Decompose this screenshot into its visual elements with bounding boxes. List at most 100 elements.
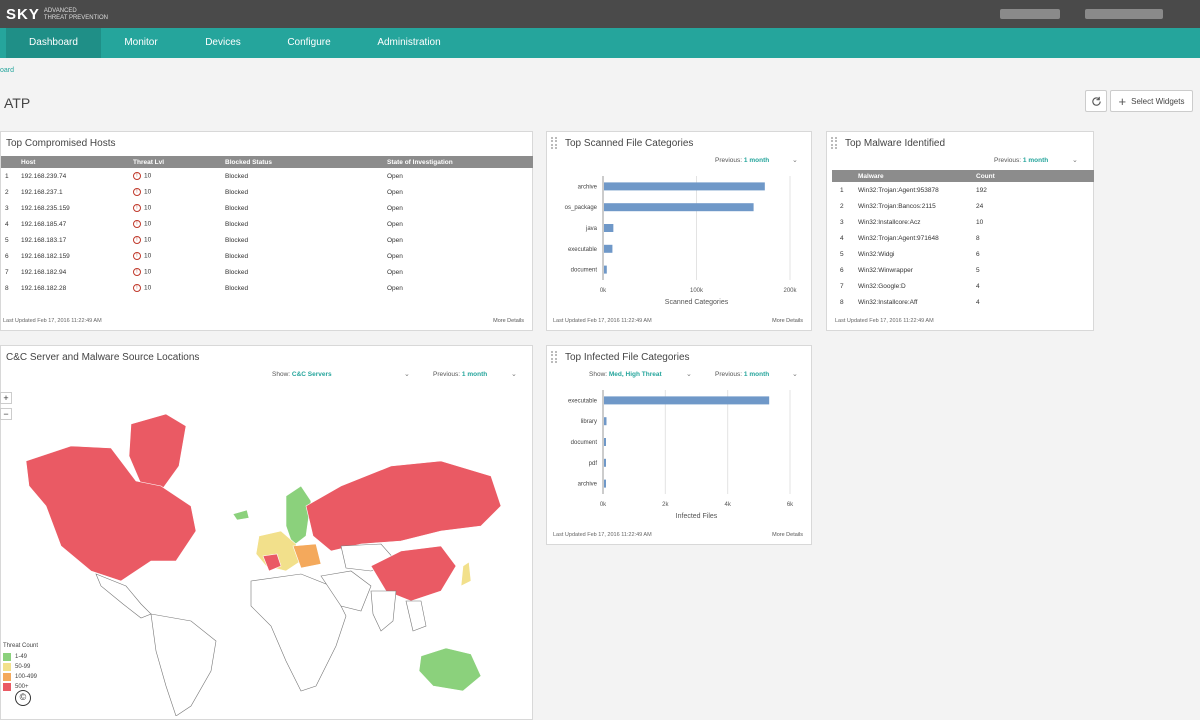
col-state[interactable]: State of Investigation	[383, 156, 533, 168]
table-row[interactable]: 6 Win32:Winwrapper 5	[832, 262, 1094, 278]
region-india[interactable]	[370, 590, 397, 632]
user-menu[interactable]	[1085, 9, 1163, 19]
table-row[interactable]: 5 Win32:Widgi 6	[832, 246, 1094, 262]
drag-handle[interactable]	[551, 351, 557, 363]
table-row[interactable]: 8 Win32:Installcore:Aff 4	[832, 294, 1094, 310]
region-south-america[interactable]	[150, 613, 217, 716]
refresh-button[interactable]	[1085, 90, 1107, 112]
threat-value: 10	[144, 236, 152, 244]
widget-compromised-hosts: Top Compromised Hosts Host Threat Lvl Bl…	[0, 131, 533, 331]
world-map[interactable]	[1, 386, 534, 716]
period-selector[interactable]: Previous: 1 month	[715, 371, 769, 378]
more-details-link[interactable]: More Details	[772, 318, 803, 324]
table-row[interactable]: 1 192.168.239.74! 10 Blocked Open	[1, 168, 533, 184]
bar	[604, 458, 606, 467]
table-row[interactable]: 2 Win32:Trojan:Bancos:2115 24	[832, 198, 1094, 214]
table-row[interactable]: 7 192.168.182.94! 10 Blocked Open	[1, 264, 533, 280]
period-selector[interactable]: Previous: 1 month	[715, 157, 769, 164]
chevron-down-icon[interactable]: ⌄	[792, 156, 798, 164]
period-value: 1 month	[1022, 157, 1049, 164]
table-header: Host Threat Lvl Blocked Status State of …	[1, 156, 533, 168]
chevron-down-icon[interactable]: ⌄	[404, 370, 410, 378]
col-host[interactable]: Host	[17, 156, 129, 168]
legend-label: 1-49	[15, 654, 28, 660]
chevron-down-icon[interactable]: ⌄	[792, 370, 798, 378]
drag-handle[interactable]	[551, 137, 557, 149]
copyright-icon[interactable]: ©	[15, 690, 31, 706]
legend-item: 1-49	[3, 652, 38, 662]
col-blocked[interactable]: Blocked Status	[221, 156, 383, 168]
show-label: Show:	[272, 371, 291, 378]
threat-value: 10	[144, 268, 152, 276]
breadcrumb[interactable]: oard	[0, 67, 14, 74]
row-index: 5	[5, 236, 9, 244]
nav-devices[interactable]: Devices	[192, 28, 254, 58]
select-widgets-button[interactable]: + Select Widgets	[1110, 90, 1193, 112]
table-row[interactable]: 3 Win32:Installcore:Acz 10	[832, 214, 1094, 230]
x-tick-label: 6k	[787, 502, 794, 508]
app-logo[interactable]: SKY ADVANCED THREAT PREVENTION	[6, 6, 108, 23]
threat-icon: !	[133, 172, 141, 180]
x-tick-label: 200k	[783, 288, 797, 294]
blocked-status: Blocked	[225, 252, 249, 260]
host-link[interactable]: 192.168.237.1	[17, 184, 129, 200]
row-index: 5	[840, 250, 844, 258]
x-tick-label: 4k	[724, 502, 731, 508]
threat-level: ! 10	[129, 216, 221, 232]
period-selector[interactable]: Previous: 1 month	[433, 371, 487, 378]
region-southeast-asia[interactable]	[405, 600, 427, 632]
more-details-link[interactable]: More Details	[772, 532, 803, 538]
table-row[interactable]: 4 Win32:Trojan:Agent:971648 8	[832, 230, 1094, 246]
threat-level: ! 10	[129, 232, 221, 248]
infected-bar-chart: 0k 2k 4k 6k executable library document pdf arch…	[568, 390, 794, 520]
device-selector[interactable]	[1000, 9, 1060, 19]
table-row[interactable]: 5 192.168.183.17! 10 Blocked Open	[1, 232, 533, 248]
bar	[604, 182, 765, 191]
host-link[interactable]: 192.168.182.94	[17, 264, 129, 280]
table-row[interactable]: 4 192.168.185.47! 10 Blocked Open	[1, 216, 533, 232]
region-iceland[interactable]	[232, 509, 250, 521]
main-nav: Dashboard Monitor Devices Configure Admi…	[0, 28, 1200, 58]
region-central-europe[interactable]	[292, 543, 322, 569]
nav-administration[interactable]: Administration	[368, 28, 450, 58]
nav-dashboard[interactable]: Dashboard	[6, 28, 101, 58]
legend-item: 100-499	[3, 672, 38, 682]
period-selector[interactable]: Previous: 1 month	[994, 157, 1048, 164]
region-scandinavia[interactable]	[285, 485, 312, 547]
col-count[interactable]: Count	[972, 170, 1094, 182]
show-selector[interactable]: Show: Med, High Threat	[589, 371, 662, 378]
more-details-link[interactable]: More Details	[493, 318, 524, 324]
chevron-down-icon[interactable]: ⌄	[1072, 156, 1078, 164]
col-threat[interactable]: Threat Lvl	[129, 156, 221, 168]
region-greenland[interactable]	[128, 413, 187, 492]
host-link[interactable]: 192.168.185.47	[17, 216, 129, 232]
bar	[604, 479, 606, 488]
region-central-america[interactable]	[95, 573, 152, 619]
host-link[interactable]: 192.168.183.17	[17, 232, 129, 248]
table-row[interactable]: 1 Win32:Trojan:Agent:953878 192	[832, 182, 1094, 198]
nav-configure[interactable]: Configure	[275, 28, 343, 58]
chevron-down-icon[interactable]: ⌄	[511, 370, 517, 378]
table-row[interactable]: 2 192.168.237.1! 10 Blocked Open	[1, 184, 533, 200]
host-link[interactable]: 192.168.235.159	[17, 200, 129, 216]
host-link[interactable]: 192.168.182.159	[17, 248, 129, 264]
malware-count: 6	[976, 250, 980, 258]
investigation-state: Open	[387, 268, 403, 276]
table-row[interactable]: 7 Win32:Google:D 4	[832, 278, 1094, 294]
show-selector[interactable]: Show: C&C Servers	[272, 371, 332, 378]
category-label: archive	[578, 184, 598, 190]
chevron-down-icon[interactable]: ⌄	[686, 370, 692, 378]
drag-handle[interactable]	[831, 137, 837, 149]
region-russia[interactable]	[305, 460, 502, 552]
nav-monitor[interactable]: Monitor	[110, 28, 172, 58]
table-row[interactable]: 3 192.168.235.159! 10 Blocked Open	[1, 200, 533, 216]
host-link[interactable]: 192.168.239.74	[17, 168, 129, 184]
table-row[interactable]: 6 192.168.182.159! 10 Blocked Open	[1, 248, 533, 264]
region-australia[interactable]	[418, 647, 482, 692]
host-link[interactable]: 192.168.182.28	[17, 280, 129, 296]
col-malware[interactable]: Malware	[854, 170, 972, 182]
malware-count: 8	[976, 234, 980, 242]
region-japan[interactable]	[460, 561, 472, 587]
table-row[interactable]: 8 192.168.182.28! 10 Blocked Open	[1, 280, 533, 296]
period-label: Previous:	[994, 157, 1022, 164]
